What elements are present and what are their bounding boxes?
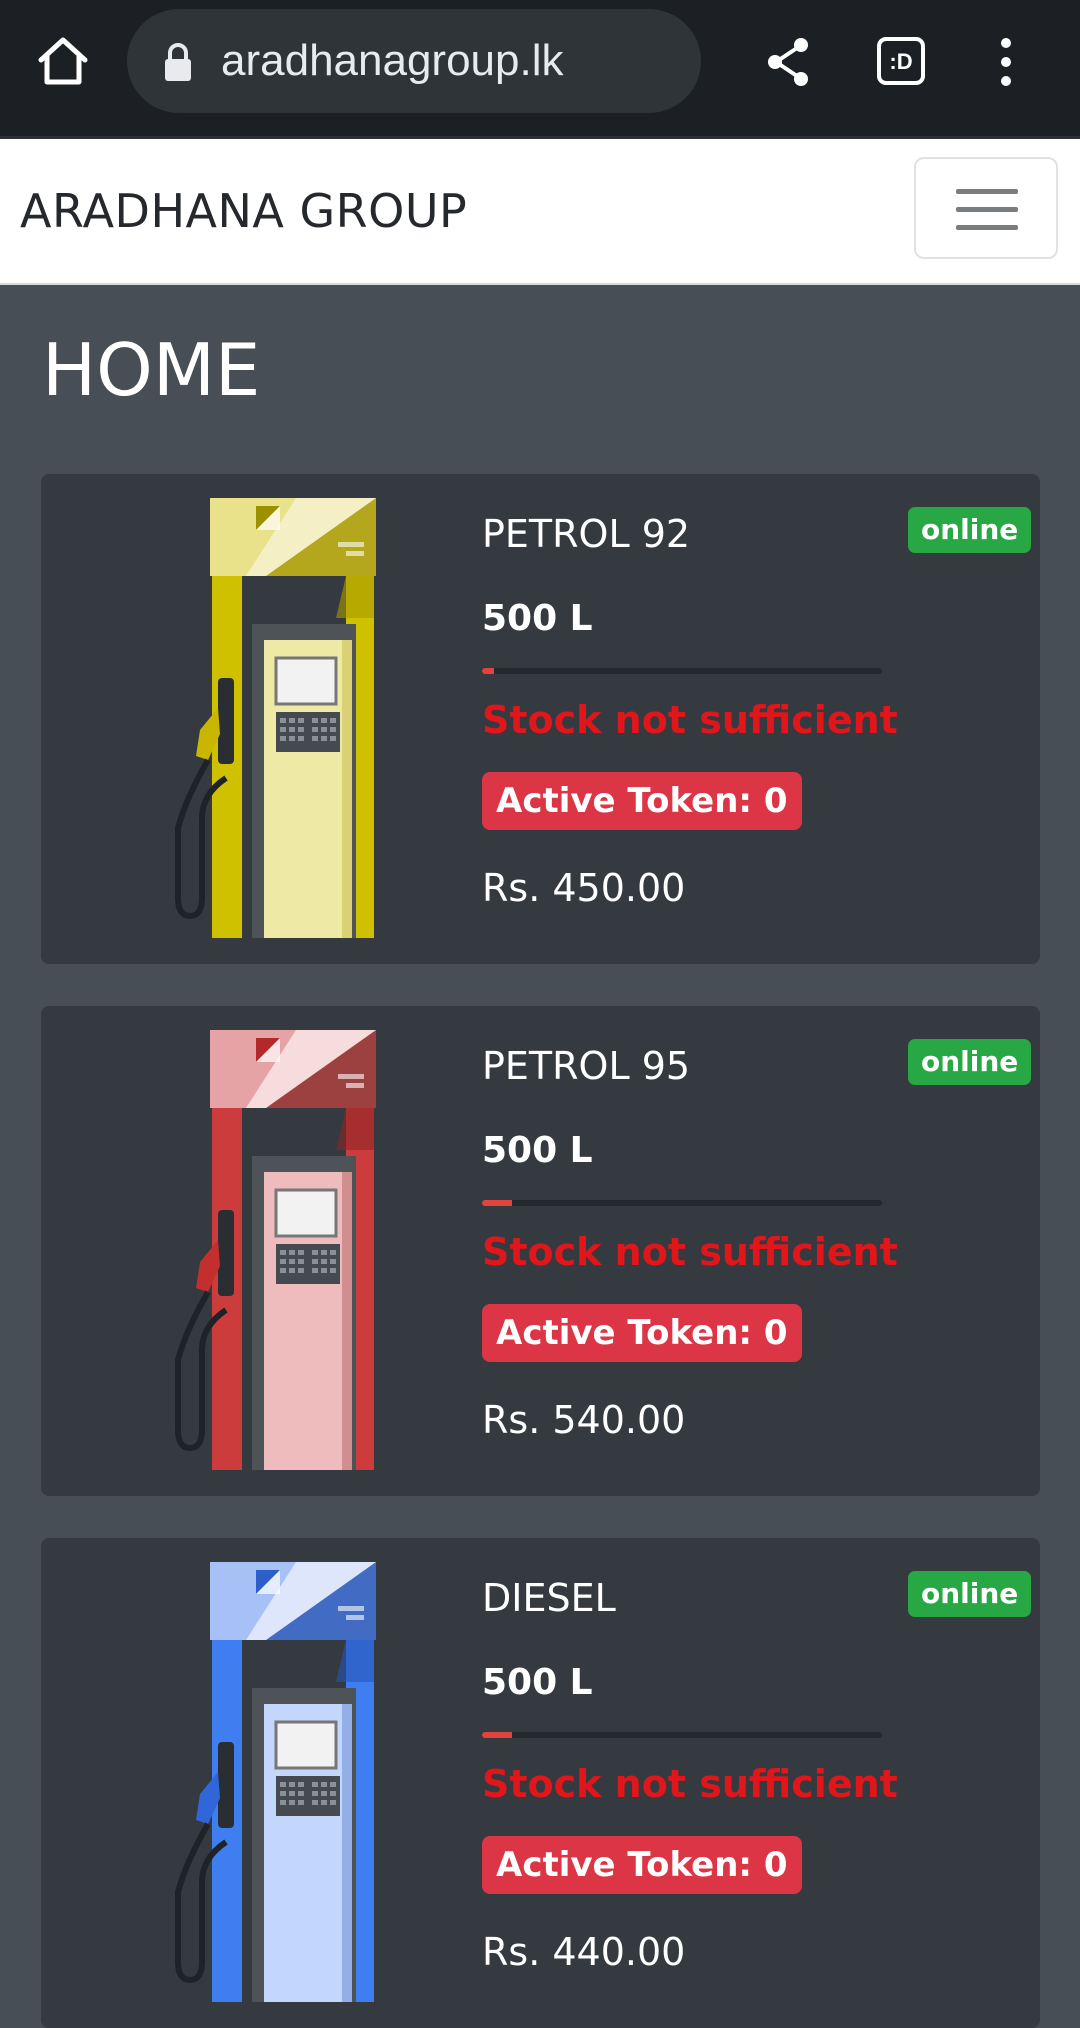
tab-switcher-icon[interactable]: :D [876, 36, 926, 86]
stock-warning: Stock not sufficient [482, 698, 898, 742]
fuel-pump-image [156, 498, 396, 938]
brand-logo-text[interactable]: ARADHANA GROUP [20, 139, 467, 283]
active-token-badge: Active Token: 0 [482, 1836, 802, 1894]
stock-progress-bar [482, 1200, 882, 1206]
fuel-pump-image [156, 1562, 396, 2002]
fuel-price: Rs. 540.00 [482, 1398, 686, 1442]
stock-progress-bar [482, 1732, 882, 1738]
page-title: HOME [42, 328, 261, 412]
fuel-card-petrol-92: PETROL 92 online 500 L Stock not suffici… [41, 474, 1040, 964]
home-icon[interactable] [36, 34, 90, 88]
status-badge: online [908, 507, 1032, 553]
fuel-name: PETROL 92 [482, 512, 691, 556]
stock-warning: Stock not sufficient [482, 1762, 898, 1806]
fuel-card-petrol-95: PETROL 95 online 500 L Stock not suffici… [41, 1006, 1040, 1496]
status-badge: online [908, 1571, 1032, 1617]
fuel-pump-image [156, 1030, 396, 1470]
url-text[interactable]: aradhanagroup.lk [221, 9, 563, 113]
fuel-price: Rs. 440.00 [482, 1930, 686, 1974]
stock-progress-bar [482, 668, 882, 674]
tab-switcher-label: :D [889, 49, 912, 74]
menu-toggle-button[interactable] [914, 157, 1058, 259]
fuel-card-diesel: DIESEL online 500 L Stock not sufficient… [41, 1538, 1040, 2028]
active-token-badge: Active Token: 0 [482, 1304, 802, 1362]
more-options-icon[interactable] [994, 36, 1018, 88]
fuel-pump-illustration [175, 1562, 376, 2002]
address-bar[interactable]: aradhanagroup.lk [127, 9, 701, 113]
stock-amount: 500 L [482, 1130, 593, 1171]
stock-amount: 500 L [482, 1662, 593, 1703]
stock-amount: 500 L [482, 598, 593, 639]
status-badge: online [908, 1039, 1032, 1085]
site-navbar: ARADHANA GROUP [0, 139, 1080, 285]
fuel-pump-illustration [175, 1030, 376, 1470]
active-token-badge: Active Token: 0 [482, 772, 802, 830]
fuel-name: DIESEL [482, 1576, 616, 1620]
share-icon[interactable] [764, 36, 812, 88]
fuel-price: Rs. 450.00 [482, 866, 686, 910]
fuel-name: PETROL 95 [482, 1044, 691, 1088]
stock-warning: Stock not sufficient [482, 1230, 898, 1274]
lock-icon [165, 43, 191, 81]
browser-toolbar: aradhanagroup.lk :D [0, 0, 1080, 139]
fuel-pump-illustration [175, 498, 376, 938]
